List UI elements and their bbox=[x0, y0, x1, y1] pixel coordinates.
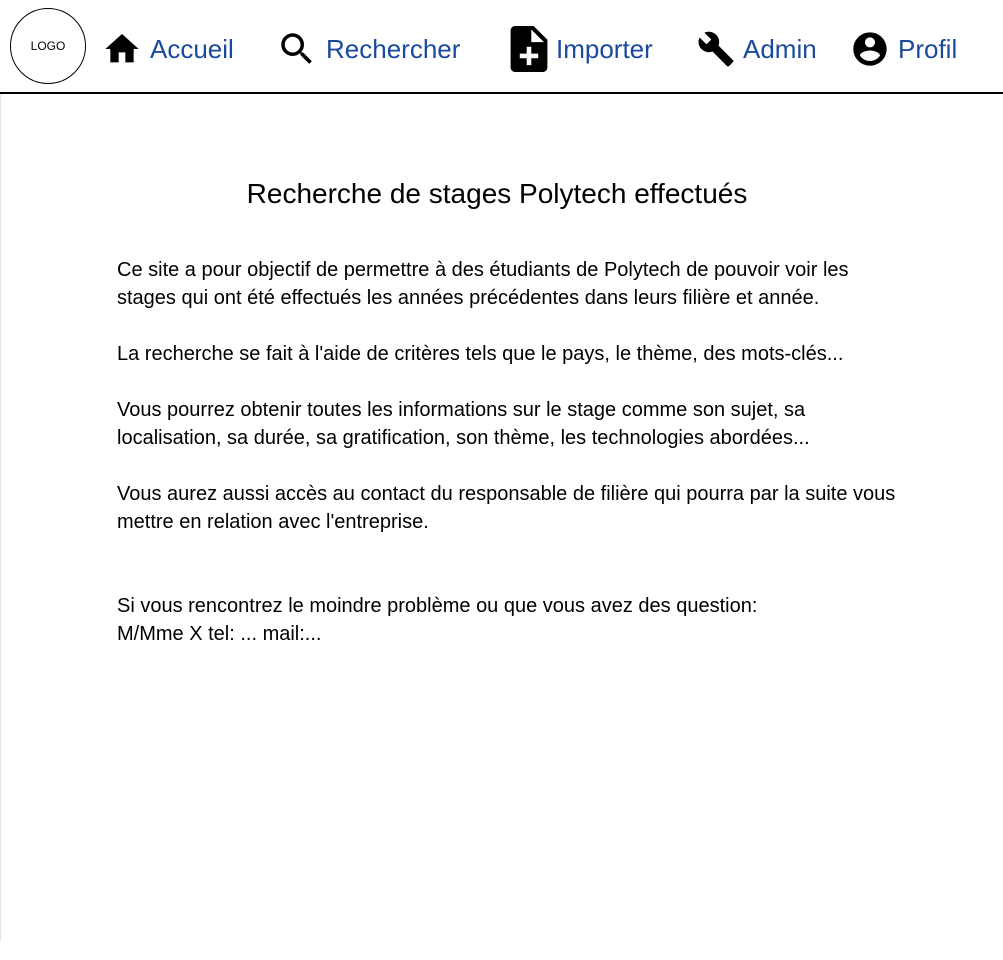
wrench-icon bbox=[697, 30, 735, 68]
nav-item-rechercher[interactable]: Rechercher bbox=[276, 28, 460, 70]
contact-question-text: Si vous rencontrez le moindre problème o… bbox=[117, 595, 758, 617]
nav-label-accueil: Accueil bbox=[150, 33, 234, 64]
page-title: Recherche de stages Polytech effectués bbox=[246, 178, 748, 209]
main-content: Recherche de stages Polytech effectués C… bbox=[117, 178, 907, 676]
nav-label-importer: Importer bbox=[556, 33, 653, 64]
nav-label-profil: Profil bbox=[898, 33, 958, 64]
logo[interactable]: LOGO bbox=[10, 8, 86, 84]
contact-access-paragraph: Vous aurez aussi accès au contact du res… bbox=[117, 483, 896, 533]
search-criteria-paragraph: La recherche se fait à l'aide de critère… bbox=[117, 343, 844, 365]
nav-label-rechercher: Rechercher bbox=[326, 33, 461, 64]
file-add-icon bbox=[510, 26, 548, 72]
contact-paragraph: Si vous rencontrez le moindre problème o… bbox=[117, 592, 907, 648]
account-circle-icon bbox=[850, 29, 890, 69]
top-navbar: LOGO Accueil Rechercher Importer Admin P… bbox=[0, 0, 1003, 94]
nav-item-admin[interactable]: Admin bbox=[697, 28, 817, 70]
logo-text: LOGO bbox=[30, 39, 66, 53]
nav-item-importer[interactable]: Importer bbox=[510, 26, 653, 72]
contact-details-text: M/Mme X tel: ... mail:... bbox=[117, 623, 322, 645]
nav-item-accueil[interactable]: Accueil bbox=[102, 28, 234, 70]
home-icon bbox=[102, 29, 142, 69]
nav-item-profil[interactable]: Profil bbox=[850, 28, 957, 70]
search-icon bbox=[276, 28, 318, 70]
intro-paragraph: Ce site a pour objectif de permettre à d… bbox=[117, 259, 849, 309]
nav-label-admin: Admin bbox=[743, 33, 817, 64]
info-paragraph: Vous pourrez obtenir toutes les informat… bbox=[117, 399, 810, 449]
